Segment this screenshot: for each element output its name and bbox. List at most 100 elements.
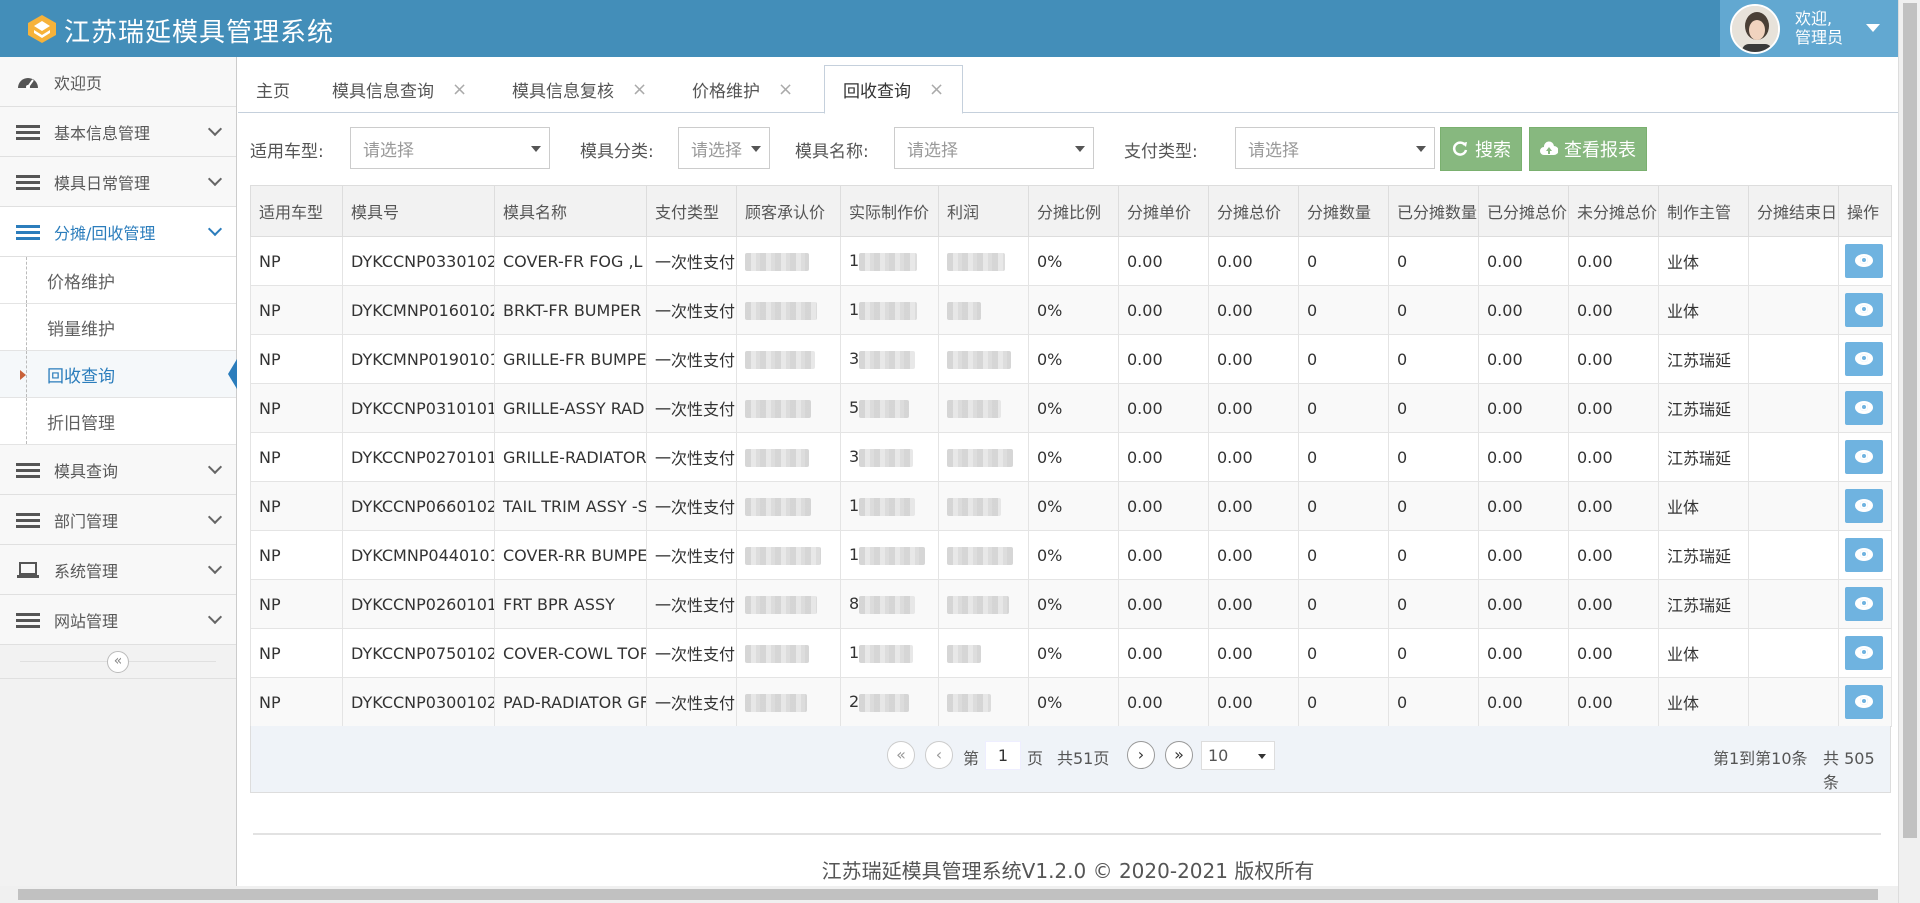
cell-allocated-total: 0.00 — [1478, 628, 1569, 678]
view-report-button[interactable]: 查看报表 — [1529, 127, 1647, 171]
table-row[interactable]: NP DYKCCNP0270101 GRILLE-RADIATOR 一次性支付 3 0% 0… — [250, 432, 1892, 482]
scrollbar-thumb[interactable] — [1903, 3, 1917, 838]
cell-allocated-qty: 0 — [1388, 530, 1479, 580]
cell-pay-type: 一次性支付 — [646, 236, 737, 286]
cell-allocated-qty: 0 — [1388, 383, 1479, 433]
cell-ratio: 0% — [1028, 334, 1119, 384]
first-page-button[interactable]: « — [887, 741, 915, 769]
cell-vehicle: NP — [250, 530, 343, 580]
cell-quantity: 0 — [1298, 579, 1389, 629]
user-menu[interactable]: 欢迎, 管理员 — [1720, 0, 1898, 57]
sidebar-item-system[interactable]: 系统管理 — [0, 545, 236, 595]
view-button[interactable] — [1845, 538, 1883, 572]
cell-customer-price — [736, 236, 841, 286]
eye-icon — [1855, 646, 1873, 659]
view-button[interactable] — [1845, 391, 1883, 425]
view-button[interactable] — [1845, 342, 1883, 376]
sidebar-subitem-sales[interactable]: 销量维护 — [0, 304, 236, 351]
cell-vehicle: NP — [250, 579, 343, 629]
sidebar-collapse-bar: « — [0, 645, 236, 679]
view-button[interactable] — [1845, 293, 1883, 327]
tab-mold-info-review[interactable]: 模具信息复核 × — [494, 65, 665, 113]
tab-mold-info-query[interactable]: 模具信息查询 × — [314, 65, 485, 113]
caret-right-icon — [20, 370, 26, 380]
last-page-button[interactable]: » — [1165, 741, 1193, 769]
sidebar-item-website[interactable]: 网站管理 — [0, 595, 236, 645]
table-row[interactable]: NP DYKCCNP0750102 COVER-COWL TOP 一次性支付 1 0% 0.… — [250, 628, 1892, 678]
column-header: 分摊结束日 — [1748, 185, 1839, 237]
sidebar-item-allocation[interactable]: 分摊/回收管理 — [0, 207, 236, 257]
category-select[interactable]: 请选择 — [678, 127, 770, 169]
cell-allocated-total: 0.00 — [1478, 677, 1569, 727]
table-row[interactable]: NP DYKCCNP0260101 FRT BPR ASSY 一次性支付 8 0% 0.00… — [250, 579, 1892, 629]
cell-ratio: 0% — [1028, 579, 1119, 629]
view-button[interactable] — [1845, 685, 1883, 719]
column-header: 利润 — [938, 185, 1029, 237]
cell-total-price: 0.00 — [1208, 579, 1299, 629]
view-button[interactable] — [1845, 489, 1883, 523]
table-row[interactable]: NP DYKCCNP0660102 TAIL TRIM ASSY -S 一次性支付 1 0… — [250, 481, 1892, 531]
horizontal-scrollbar[interactable] — [0, 886, 1898, 903]
close-icon[interactable]: × — [778, 79, 793, 100]
cell-quantity: 0 — [1298, 432, 1389, 482]
cell-end-date — [1748, 677, 1839, 727]
eye-icon — [1855, 401, 1873, 414]
close-icon[interactable]: × — [452, 79, 467, 100]
search-button[interactable]: 搜索 — [1440, 127, 1522, 171]
sidebar-item-basic-info[interactable]: 基本信息管理 — [0, 107, 236, 157]
caret-down-icon[interactable] — [1866, 24, 1880, 32]
view-button[interactable] — [1845, 587, 1883, 621]
table-row[interactable]: NP DYKCCNP0310101 GRILLE-ASSY RAD 一次性支付 5 0% 0… — [250, 383, 1892, 433]
redacted-value — [859, 595, 916, 614]
mold-name-select[interactable]: 请选择 — [894, 127, 1094, 169]
cell-pay-type: 一次性支付 — [646, 677, 737, 727]
prev-page-button[interactable]: ‹ — [925, 741, 953, 769]
sidebar-item-mold-query[interactable]: 模具查询 — [0, 445, 236, 495]
view-button[interactable] — [1845, 440, 1883, 474]
close-icon[interactable]: × — [632, 79, 647, 100]
redacted-value — [745, 595, 817, 614]
sidebar-item-daily[interactable]: 模具日常管理 — [0, 157, 236, 207]
pay-type-select[interactable]: 请选择 — [1235, 127, 1435, 169]
vehicle-select[interactable]: 请选择 — [350, 127, 550, 169]
close-icon[interactable]: × — [929, 79, 944, 100]
view-button[interactable] — [1845, 636, 1883, 670]
sidebar-subitem-price[interactable]: 价格维护 — [0, 257, 236, 304]
table-row[interactable]: NP DYKCMNP0190101 GRILLE-FR BUMPE 一次性支付 3 0% 0… — [250, 334, 1892, 384]
app-logo-icon — [28, 15, 56, 43]
page-size-select[interactable]: 10 — [1201, 741, 1275, 770]
cell-total-price: 0.00 — [1208, 236, 1299, 286]
tab-price-maintenance[interactable]: 价格维护 × — [674, 65, 811, 113]
sidebar-item-department[interactable]: 部门管理 — [0, 495, 236, 545]
vertical-scrollbar[interactable] — [1898, 0, 1920, 903]
sidebar-subitem-depreciation[interactable]: 折旧管理 — [0, 398, 236, 445]
redacted-value — [859, 301, 918, 320]
cell-quantity: 0 — [1298, 334, 1389, 384]
collapse-sidebar-icon[interactable]: « — [107, 651, 129, 673]
cell-mold-code: DYKCMNP0160102 — [342, 285, 495, 335]
table-row[interactable]: NP DYKCCNP0300102 PAD-RADIATOR GF 一次性支付 2 0% 0… — [250, 677, 1892, 727]
footer-copyright: 江苏瑞延模具管理系统V1.2.0 © 2020-2021 版权所有 — [821, 859, 1315, 883]
cell-unit-price: 0.00 — [1118, 334, 1209, 384]
table-row[interactable]: NP DYKCCNP0330102 COVER-FR FOG ,L 一次性支付 1 0% 0… — [250, 236, 1892, 286]
redacted-value — [745, 301, 817, 320]
tab-recovery-query[interactable]: 回收查询 × — [824, 65, 964, 114]
cell-unallocated-total: 0.00 — [1568, 530, 1659, 580]
total-count: 共 505 条 — [1823, 749, 1875, 792]
user-name: 管理员 — [1795, 28, 1844, 47]
table-row[interactable]: NP DYKCMNP0440101 COVER-RR BUMPE 一次性支付 1 0% 0.… — [250, 530, 1892, 580]
cell-mold-name: COVER-RR BUMPE — [494, 530, 647, 580]
cell-quantity: 0 — [1298, 383, 1389, 433]
cell-total-price: 0.00 — [1208, 628, 1299, 678]
cell-owner: 江苏瑞延 — [1658, 432, 1749, 482]
cell-allocated-qty: 0 — [1388, 481, 1479, 531]
page-input[interactable]: 1 — [985, 741, 1021, 770]
scrollbar-thumb[interactable] — [18, 889, 1878, 900]
next-page-button[interactable]: › — [1127, 741, 1155, 769]
tab-home[interactable]: 主页 — [238, 65, 308, 113]
sidebar-item-welcome[interactable]: 欢迎页 — [0, 57, 236, 107]
cell-vehicle: NP — [250, 236, 343, 286]
view-button[interactable] — [1845, 244, 1883, 278]
table-row[interactable]: NP DYKCMNP0160102 BRKT-FR BUMPER 一次性支付 1 0% 0.… — [250, 285, 1892, 335]
sidebar-subitem-recovery[interactable]: 回收查询 — [0, 351, 237, 398]
